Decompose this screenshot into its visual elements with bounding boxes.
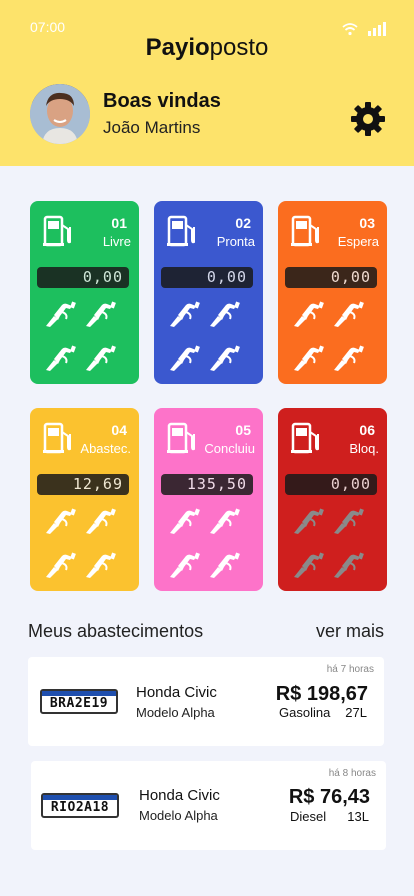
see-more-link[interactable]: ver mais xyxy=(316,621,384,642)
fuel-nozzle-icon xyxy=(170,552,200,578)
nozzle-grid xyxy=(168,299,250,371)
avatar xyxy=(30,84,90,144)
fuel-price: R$ 76,43 xyxy=(288,786,370,808)
pump-display: 0,00 xyxy=(37,267,129,288)
fuel-nozzle-icon xyxy=(334,508,364,534)
fuel-nozzle-icon xyxy=(294,552,324,578)
nozzle-grid xyxy=(292,506,374,578)
license-plate: RIO2A18 xyxy=(41,793,119,818)
fuel-price: R$ 198,67 xyxy=(275,683,368,705)
pump-display: 0,00 xyxy=(161,267,253,288)
fuel-nozzle-icon xyxy=(334,552,364,578)
pump-status: Pronta xyxy=(216,234,255,249)
time-ago: há 7 horas xyxy=(326,664,374,675)
pump-status: Bloq. xyxy=(349,441,379,456)
fuel-nozzle-icon xyxy=(210,552,240,578)
pump-number: 04 xyxy=(111,422,127,438)
fuel-nozzle-icon xyxy=(46,508,76,534)
status-time: 07:00 xyxy=(30,19,66,35)
pump-display: 0,00 xyxy=(285,474,377,495)
vehicle-model: Honda Civic xyxy=(139,787,220,804)
license-plate: BRA2E19 xyxy=(40,689,118,714)
pump-status: Livre xyxy=(102,234,131,249)
header: 07:00 Payioposto Boas vindas João Martin… xyxy=(0,0,414,166)
fuel-nozzle-icon xyxy=(86,508,116,534)
fuel-pump-icon xyxy=(43,422,71,454)
nozzle-grid xyxy=(44,506,126,578)
vehicle-model: Honda Civic xyxy=(136,684,217,701)
pump-status: Espera xyxy=(337,234,379,249)
fuel-pump-icon xyxy=(291,422,319,454)
pump-display: 0,00 xyxy=(285,267,377,288)
user-name: João Martins xyxy=(103,118,201,137)
fuel-nozzle-icon xyxy=(210,508,240,534)
time-ago: há 8 horas xyxy=(328,768,376,779)
fuel-nozzle-icon xyxy=(86,552,116,578)
gear-icon[interactable] xyxy=(350,101,386,137)
fuel-nozzle-icon xyxy=(334,301,364,327)
fuel-nozzle-icon xyxy=(46,301,76,327)
fuel-nozzle-icon xyxy=(334,345,364,371)
pump-status: Abastec. xyxy=(80,441,131,456)
pump-number: 03 xyxy=(359,215,375,231)
fuel-pump-icon xyxy=(43,215,71,247)
nozzle-grid xyxy=(44,299,126,371)
fuel-nozzle-icon xyxy=(294,301,324,327)
vehicle-variant: Modelo Alpha xyxy=(136,705,215,720)
pump-display: 135,50 xyxy=(161,474,253,495)
fuel-liters: 13L xyxy=(347,809,369,824)
pump-card-06[interactable]: 06 Bloq. 0,00 xyxy=(278,408,387,591)
fuel-nozzle-icon xyxy=(210,301,240,327)
pump-status: Concluiu xyxy=(204,441,255,456)
pump-number: 06 xyxy=(359,422,375,438)
fuel-nozzle-icon xyxy=(86,301,116,327)
fuel-type: Gasolina xyxy=(279,705,331,720)
fuel-nozzle-icon xyxy=(86,345,116,371)
pump-card-05[interactable]: 05 Concluiu 135,50 xyxy=(154,408,263,591)
fuel-liters: 27L xyxy=(345,705,367,720)
fuel-nozzle-icon xyxy=(46,552,76,578)
pump-display: 12,69 xyxy=(37,474,129,495)
history-item[interactable]: há 7 horas BRA2E19 Honda Civic Modelo Al… xyxy=(28,657,384,746)
fuel-nozzle-icon xyxy=(294,508,324,534)
fuel-pump-icon xyxy=(167,215,195,247)
pump-card-04[interactable]: 04 Abastec. 12,69 xyxy=(30,408,139,591)
fuel-nozzle-icon xyxy=(294,345,324,371)
fuel-type: Diesel xyxy=(290,809,327,824)
history-title: Meus abastecimentos xyxy=(28,621,204,641)
fuel-pump-icon xyxy=(167,422,195,454)
pump-card-01[interactable]: 01 Livre 0,00 xyxy=(30,201,139,384)
pump-number: 02 xyxy=(235,215,251,231)
nozzle-grid xyxy=(292,299,374,371)
fuel-nozzle-icon xyxy=(170,345,200,371)
history-item[interactable]: há 8 horas RIO2A18 Honda Civic Modelo Al… xyxy=(31,761,386,850)
pump-number: 01 xyxy=(111,215,127,231)
nozzle-grid xyxy=(168,506,250,578)
welcome-text: Boas vindas xyxy=(103,90,221,112)
fuel-nozzle-icon xyxy=(46,345,76,371)
fuel-pump-icon xyxy=(291,215,319,247)
pump-card-02[interactable]: 02 Pronta 0,00 xyxy=(154,201,263,384)
pump-card-03[interactable]: 03 Espera 0,00 xyxy=(278,201,387,384)
pump-number: 05 xyxy=(235,422,251,438)
fuel-nozzle-icon xyxy=(170,301,200,327)
fuel-nozzle-icon xyxy=(170,508,200,534)
vehicle-variant: Modelo Alpha xyxy=(139,808,218,823)
fuel-nozzle-icon xyxy=(210,345,240,371)
brand-logo: Payioposto xyxy=(145,34,269,61)
